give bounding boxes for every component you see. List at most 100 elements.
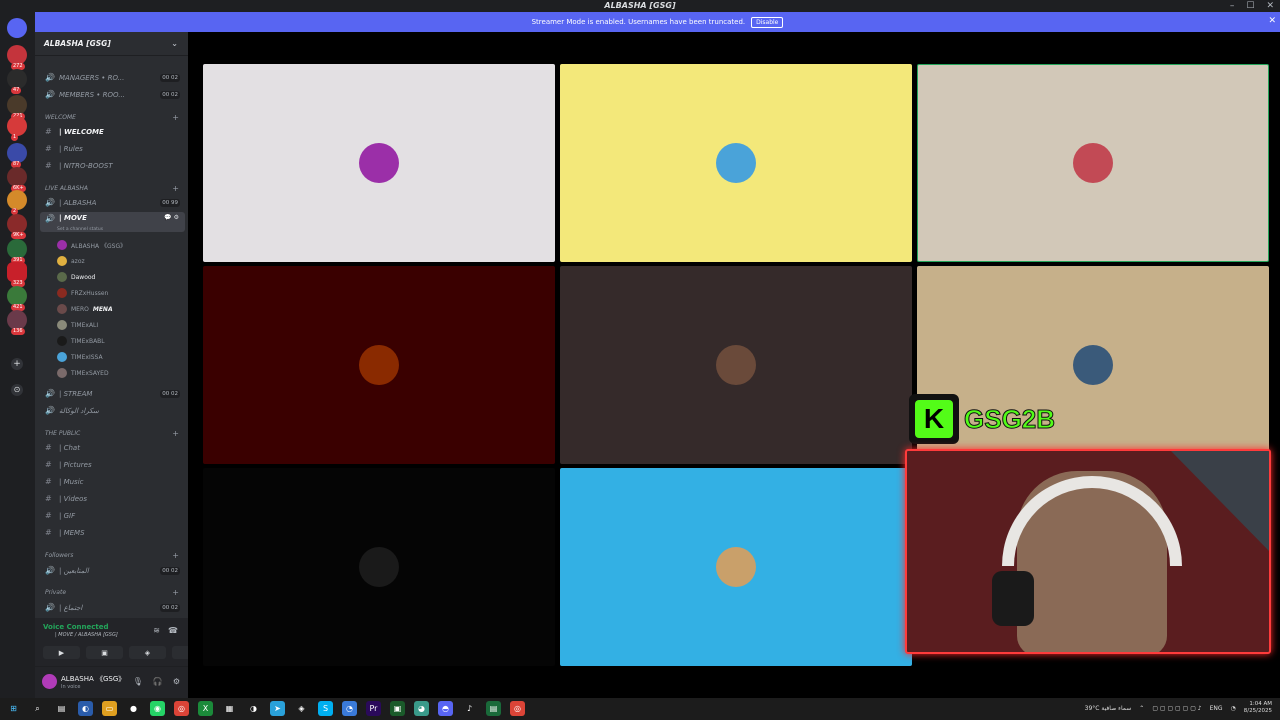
add-server-icon[interactable]: +	[11, 358, 23, 370]
text-channel-nitro[interactable]: # | NITRO-BOOST	[35, 158, 188, 173]
voice-user[interactable]: TIMExISSA	[57, 350, 103, 364]
close-window-icon[interactable]: ✕	[1266, 1, 1274, 11]
mic-icon[interactable]: 🎙	[133, 677, 143, 686]
voice-channel-path[interactable]: | MOVE / ALBASHA [GSG]	[55, 632, 118, 638]
add-channel-icon[interactable]: +	[172, 551, 179, 560]
disconnect-icon[interactable]: ☎	[168, 626, 178, 635]
voice-status[interactable]: Voice Connected	[43, 623, 109, 631]
avatar[interactable]	[42, 674, 57, 689]
voice-channel-managers[interactable]: 🔊 MANAGERS • RO... 00 02	[35, 70, 188, 85]
gear-icon[interactable]: ⚙	[173, 677, 180, 686]
weather-widget[interactable]: 39°C سماء صافية	[1085, 705, 1132, 712]
participant-tile[interactable]	[560, 468, 912, 666]
disable-button[interactable]: Disable	[751, 16, 784, 28]
text-channel-gif[interactable]: # | GIF	[35, 508, 188, 523]
search-icon[interactable]: ⌕	[30, 701, 45, 716]
camera-icon[interactable]: ▶	[43, 646, 80, 659]
telegram-icon[interactable]: ➤	[270, 701, 285, 716]
excel-icon[interactable]: X	[198, 701, 213, 716]
voice-user[interactable]: FRZxHussen	[57, 286, 108, 300]
category-live[interactable]: Live ALBASHA +	[35, 181, 188, 196]
wifi-icon[interactable]: ◔	[1231, 705, 1236, 712]
chrome-icon[interactable]: ◎	[174, 701, 189, 716]
text-channel-chat[interactable]: # | Chat	[35, 440, 188, 455]
activity-icon[interactable]: ◈	[129, 646, 166, 659]
minimize-icon[interactable]: –	[1230, 1, 1235, 11]
server-icon[interactable]: 2	[7, 190, 27, 215]
copilot-icon[interactable]: ◐	[78, 701, 93, 716]
app-icon[interactable]: ◈	[294, 701, 309, 716]
voice-channel-albasha[interactable]: 🔊 | ALBASHA 00 99	[35, 195, 188, 210]
voice-channel-stream[interactable]: 🔊 | STREAM 00 02	[35, 386, 188, 401]
server-icon[interactable]: 47	[7, 69, 27, 94]
app-icon[interactable]: ●	[126, 701, 141, 716]
category-private[interactable]: Private +	[35, 585, 188, 600]
app-icon[interactable]: ◕	[414, 701, 429, 716]
add-channel-icon[interactable]: +	[172, 184, 179, 193]
voice-user[interactable]: Dawood	[57, 270, 95, 284]
maximize-icon[interactable]: ☐	[1246, 1, 1254, 11]
participant-tile[interactable]	[560, 64, 912, 262]
voice-user[interactable]: TIMExBABL	[57, 334, 105, 348]
tiktok-icon[interactable]: ♪	[462, 701, 477, 716]
category-welcome[interactable]: WELCOME +	[35, 110, 188, 125]
app-icon[interactable]: ◔	[342, 701, 357, 716]
server-icon[interactable]: 391	[7, 239, 27, 264]
chrome-icon[interactable]: ◎	[510, 701, 525, 716]
add-channel-icon[interactable]: +	[172, 113, 179, 122]
skype-icon[interactable]: S	[318, 701, 333, 716]
discord-icon[interactable]: ◓	[438, 701, 453, 716]
participant-tile[interactable]	[203, 64, 555, 262]
server-icon[interactable]: 221	[7, 95, 27, 120]
voice-channel-followers[interactable]: 🔊 | المتابعين 00 02	[35, 563, 188, 578]
tray-icons[interactable]: ▢ ▢ ▢ ▢ ▢ ▢ ♪	[1152, 705, 1201, 712]
voice-user[interactable]: ALBASHA 《GSG》	[57, 238, 126, 252]
text-channel-music[interactable]: # | Music	[35, 474, 188, 489]
participant-tile[interactable]	[560, 266, 912, 464]
voice-user[interactable]: TIMExALI	[57, 318, 98, 332]
server-icon[interactable]: 421	[7, 286, 27, 311]
chevron-up-icon[interactable]: ⌃	[1139, 705, 1144, 712]
server-icon[interactable]: 1	[7, 116, 27, 141]
app-icon[interactable]: ◑	[246, 701, 261, 716]
add-channel-icon[interactable]: +	[172, 588, 179, 597]
discord-home-icon[interactable]	[7, 18, 27, 38]
file-explorer-icon[interactable]: ▭	[102, 701, 117, 716]
voice-user[interactable]: MERO MENA	[57, 302, 113, 316]
category-public[interactable]: THE PUBLIC +	[35, 426, 188, 441]
guild-header[interactable]: ALBASHA [GSG] ⌄	[35, 32, 188, 56]
voice-user[interactable]: TIMExSAYED	[57, 366, 109, 380]
voice-channel-private[interactable]: 🔊 | اجتماع 00 02	[35, 600, 188, 615]
text-channel-rules[interactable]: # | Rules	[35, 141, 188, 156]
screen-share-icon[interactable]: ▣	[86, 646, 123, 659]
server-icon[interactable]: 136	[7, 310, 27, 335]
app-icon[interactable]: ▦	[222, 701, 237, 716]
participant-tile-speaking[interactable]	[917, 64, 1269, 262]
app-icon[interactable]: ▤	[486, 701, 501, 716]
text-channel-pictures[interactable]: # | Pictures	[35, 457, 188, 472]
text-channel-mems[interactable]: # | MEMS	[35, 525, 188, 540]
participant-tile[interactable]	[203, 468, 555, 666]
task-view-icon[interactable]: ▤	[54, 701, 69, 716]
language-indicator[interactable]: ENG	[1210, 705, 1223, 712]
headphones-icon[interactable]: 🎧	[153, 677, 163, 686]
server-icon-active[interactable]: 323	[7, 262, 27, 287]
category-followers[interactable]: Followers +	[35, 548, 188, 563]
channel-status[interactable]: Set a channel status	[57, 227, 103, 232]
participant-tile[interactable]	[203, 266, 555, 464]
voice-channel-members[interactable]: 🔊 MEMBERS • ROO... 00 02	[35, 87, 188, 102]
whatsapp-icon[interactable]: ◉	[150, 701, 165, 716]
premiere-icon[interactable]: Pr	[366, 701, 381, 716]
server-icon[interactable]: 9K+	[7, 214, 27, 239]
text-channel-videos[interactable]: # | Videos	[35, 491, 188, 506]
server-icon[interactable]: 272	[7, 45, 27, 70]
channel-settings-icon[interactable]: 💬 ⚙	[164, 214, 179, 221]
voice-channel-sub[interactable]: 🔊 سكراد الوكالة	[35, 403, 188, 418]
server-icon[interactable]: 6K+	[7, 167, 27, 192]
app-icon[interactable]: ▣	[390, 701, 405, 716]
server-icon[interactable]: 87	[7, 143, 27, 168]
clock[interactable]: 1:04 AM 8/25/2025	[1244, 701, 1272, 715]
explore-icon[interactable]: ⊙	[11, 384, 23, 396]
text-channel-welcome[interactable]: # | WELCOME	[35, 124, 188, 139]
windows-start-icon[interactable]: ⊞	[6, 701, 21, 716]
